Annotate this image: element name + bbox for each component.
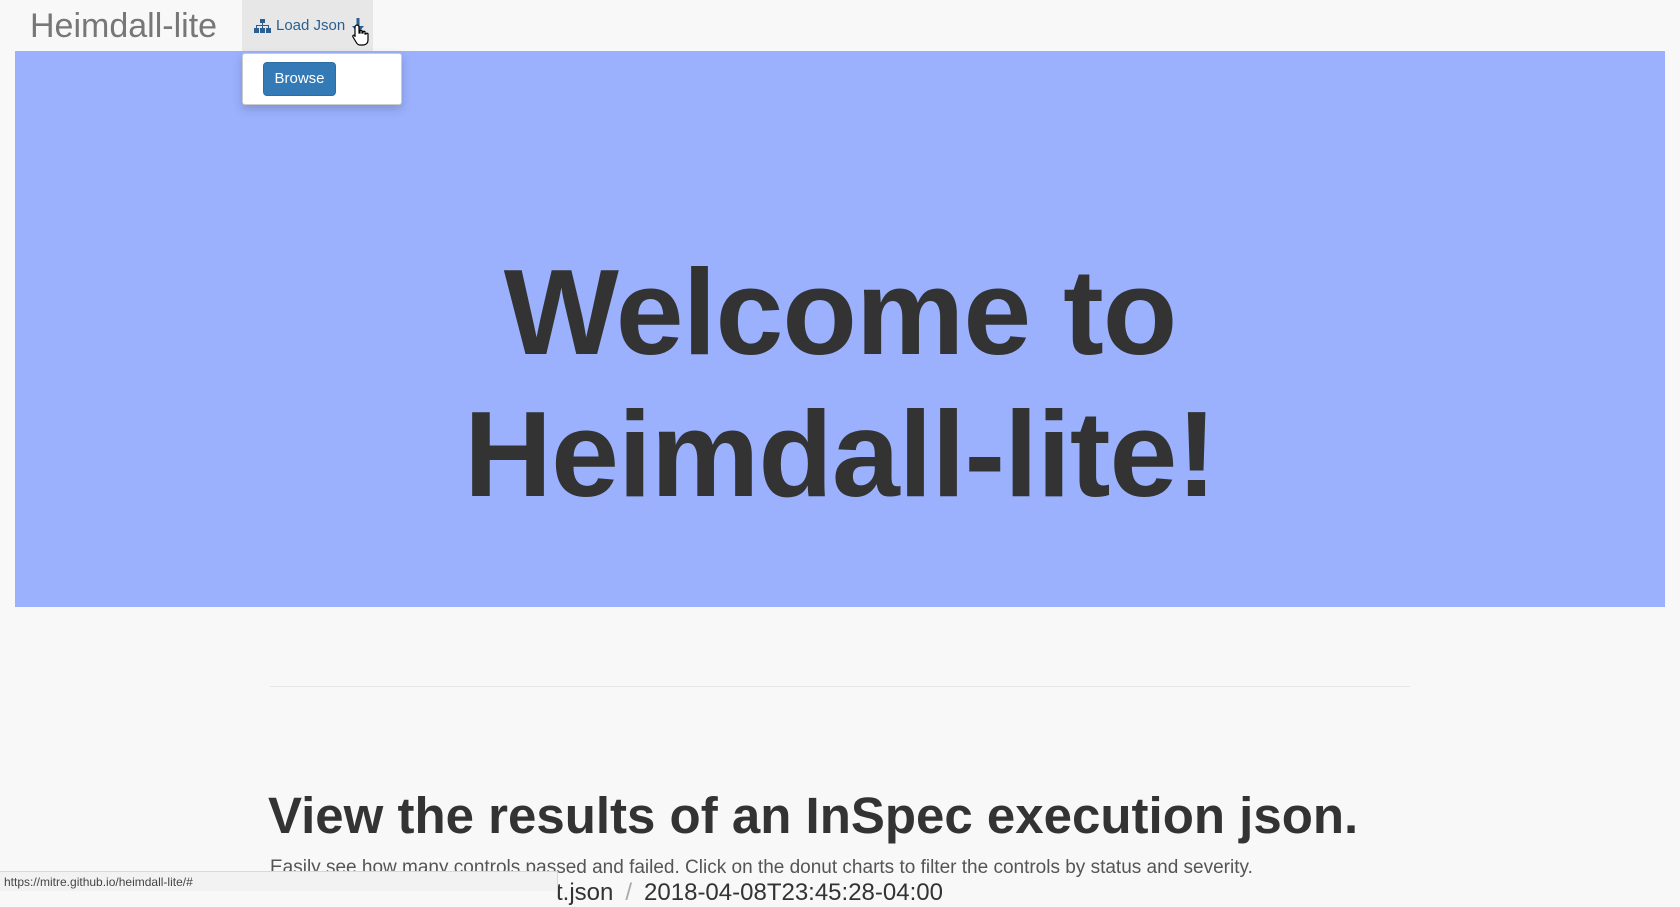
sitemap-icon: [254, 18, 271, 33]
section-heading: View the results of an InSpec execution …: [268, 787, 1359, 844]
welcome-jumbotron: Welcome to Heimdall-lite!: [15, 51, 1665, 607]
profile-timestamp: 2018-04-08T23:45:28-04:00: [644, 879, 943, 906]
profile-info-line: t.json / 2018-04-08T23:45:28-04:00: [556, 879, 943, 907]
browse-button[interactable]: Browse: [263, 62, 336, 96]
profile-filename: t.json: [556, 879, 614, 906]
load-json-dropdown-menu: Browse: [242, 53, 402, 105]
welcome-title-line1: Welcome to: [503, 244, 1177, 380]
welcome-title-line2: Heimdall-lite!: [463, 386, 1217, 522]
load-json-label: Load Json: [276, 17, 346, 34]
pointer-cursor-icon: [352, 24, 369, 46]
status-url: https://mitre.github.io/heimdall-lite/#: [4, 875, 193, 889]
section-divider: [270, 686, 1410, 687]
brand-title[interactable]: Heimdall-lite: [30, 6, 217, 46]
welcome-title: Welcome to Heimdall-lite!: [15, 241, 1665, 525]
profile-separator: /: [625, 879, 633, 906]
navbar: Heimdall-lite Load Json: [0, 0, 1680, 51]
browser-status-bar: https://mitre.github.io/heimdall-lite/#: [0, 871, 558, 891]
